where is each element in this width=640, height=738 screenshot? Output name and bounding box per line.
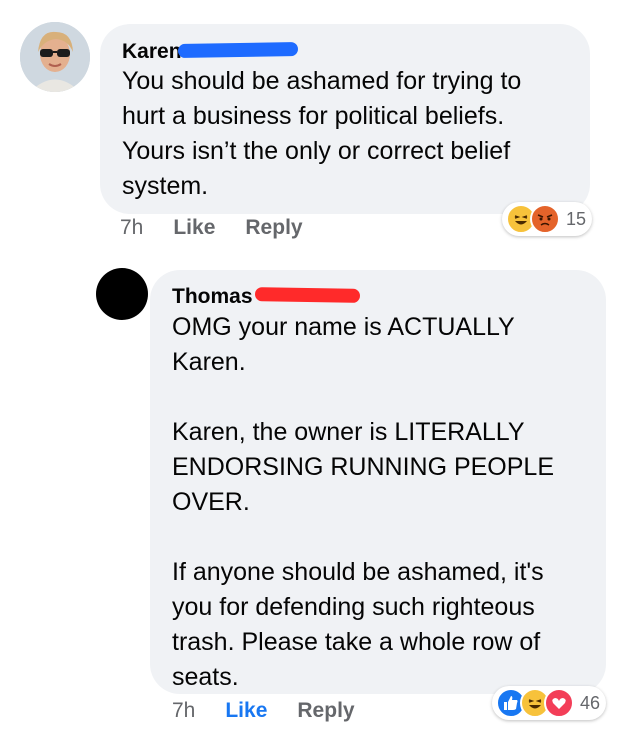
comment-actions-thomas: 7h Like Reply [172,699,385,723]
comment-author-thomas[interactable]: Thomas [172,285,253,309]
comment-text-thomas: OMG your name is ACTUALLY Karen. Karen, … [172,313,555,691]
comment-time[interactable]: 7h [172,699,195,723]
reaction-count: 15 [566,208,587,229]
profile-photo-icon [20,22,90,92]
comment-text-karen: You should be ashamed for trying to hurt… [122,67,522,200]
comment-author-karen[interactable]: Karen [122,40,182,64]
reply-button[interactable]: Reply [297,699,354,723]
love-icon [544,688,574,718]
avatar-thomas[interactable] [96,268,148,320]
reaction-summary-thomas[interactable]: 46 [492,686,607,720]
angry-icon [530,204,560,234]
reaction-count: 46 [580,692,601,713]
reaction-summary-karen[interactable]: 15 [502,202,593,236]
reply-button[interactable]: Reply [245,216,302,240]
like-button[interactable]: Like [225,699,267,723]
avatar-karen[interactable] [20,22,90,92]
like-button[interactable]: Like [173,216,215,240]
redaction-bar [254,287,361,303]
comment-time[interactable]: 7h [120,216,143,240]
redaction-bar [177,41,299,59]
comment-actions-karen: 7h Like Reply [120,216,333,240]
